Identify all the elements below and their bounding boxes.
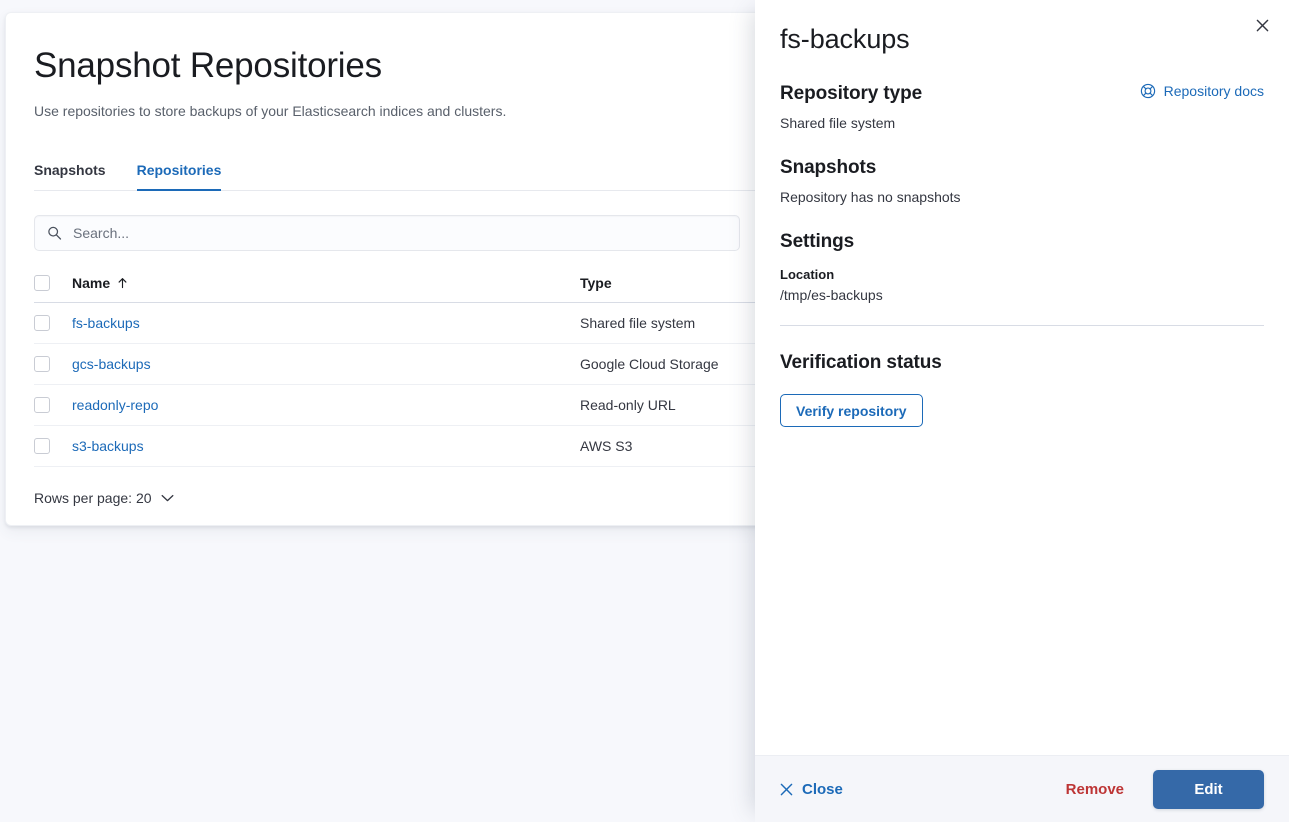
row-checkbox[interactable] <box>34 438 50 454</box>
settings-heading: Settings <box>780 231 854 253</box>
snapshots-heading: Snapshots <box>780 157 876 179</box>
rows-per-page-selector[interactable]: Rows per page: 20 <box>34 490 174 506</box>
rows-per-page-label: Rows per page: 20 <box>34 490 152 506</box>
row-checkbox[interactable] <box>34 356 50 372</box>
flyout-footer: Close Remove Edit <box>755 755 1289 822</box>
location-label: Location <box>780 267 1264 282</box>
tab-repositories[interactable]: Repositories <box>137 162 222 191</box>
tab-snapshots[interactable]: Snapshots <box>34 162 106 191</box>
flyout-title: fs-backups <box>780 21 1264 57</box>
flyout-body: fs-backups Repository type Repository do… <box>755 0 1289 755</box>
repository-type-heading: Repository type <box>780 83 922 105</box>
repository-docs-link[interactable]: Repository docs <box>1140 83 1264 99</box>
row-select-cell <box>34 426 72 467</box>
repository-type-section-header: Repository type Repository docs <box>780 83 1264 105</box>
verification-status-heading: Verification status <box>780 352 942 374</box>
close-button-label: Close <box>802 781 843 798</box>
repository-link[interactable]: s3-backups <box>72 438 144 454</box>
repository-detail-flyout: fs-backups Repository type Repository do… <box>755 0 1289 822</box>
edit-button[interactable]: Edit <box>1153 770 1264 809</box>
arrow-up-icon <box>117 277 128 289</box>
row-name-cell: gcs-backups <box>72 344 580 385</box>
row-name-cell: s3-backups <box>72 426 580 467</box>
search-input[interactable] <box>34 215 740 251</box>
repository-docs-label: Repository docs <box>1164 83 1264 99</box>
row-select-cell <box>34 303 72 344</box>
repository-link[interactable]: gcs-backups <box>72 356 151 372</box>
search-field-wrapper <box>34 215 740 251</box>
remove-button[interactable]: Remove <box>1066 781 1140 798</box>
select-all-header <box>34 275 72 303</box>
column-header-name[interactable]: Name <box>72 275 580 303</box>
chevron-down-icon <box>161 494 174 502</box>
snapshots-value: Repository has no snapshots <box>780 189 1264 205</box>
row-name-cell: fs-backups <box>72 303 580 344</box>
section-divider <box>780 325 1264 326</box>
verification-section-header: Verification status <box>780 352 1264 374</box>
repository-link[interactable]: readonly-repo <box>72 397 158 413</box>
repository-link[interactable]: fs-backups <box>72 315 140 331</box>
row-name-cell: readonly-repo <box>72 385 580 426</box>
verify-repository-button[interactable]: Verify repository <box>780 394 923 427</box>
repository-type-value: Shared file system <box>780 115 1264 131</box>
help-circle-icon <box>1140 83 1156 99</box>
close-button[interactable]: Close <box>780 781 843 798</box>
location-value: /tmp/es-backups <box>780 287 1264 303</box>
close-icon <box>780 783 793 796</box>
column-header-name-label: Name <box>72 275 110 291</box>
row-checkbox[interactable] <box>34 397 50 413</box>
flyout-close-button[interactable] <box>1249 12 1275 38</box>
row-checkbox[interactable] <box>34 315 50 331</box>
settings-section-header: Settings <box>780 231 1264 253</box>
close-icon <box>1256 19 1269 32</box>
row-select-cell <box>34 385 72 426</box>
select-all-checkbox[interactable] <box>34 275 50 291</box>
row-select-cell <box>34 344 72 385</box>
snapshots-section-header: Snapshots <box>780 157 1264 179</box>
